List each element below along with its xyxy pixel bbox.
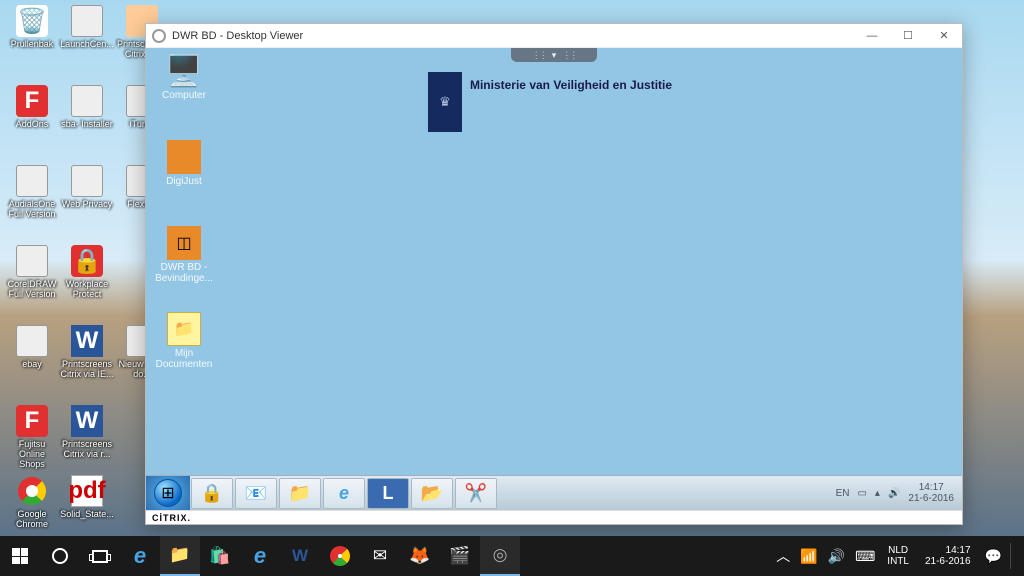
desktop-icon[interactable]: pdfSolid_State... (60, 475, 114, 519)
mail-button[interactable]: ✉ (360, 536, 400, 576)
desktop-icon[interactable]: CorelDRAW Full Version (5, 245, 59, 299)
icon-label: Prullenbak (5, 39, 59, 49)
icon-label: Web Privacy (60, 199, 114, 209)
tray-chevron-icon[interactable]: ▴ (875, 488, 880, 499)
desktop-icon[interactable]: 🗑️Prullenbak (5, 5, 59, 49)
maximize-button[interactable]: ☐ (890, 24, 926, 48)
icon-label: AddOns (5, 119, 59, 129)
desktop-icon[interactable]: AudialsOne Full Version (5, 165, 59, 219)
desktop-icon[interactable]: LaunchCen... (60, 5, 114, 49)
window-titlebar[interactable]: DWR BD - Desktop Viewer — ☐ ✕ (146, 24, 962, 48)
window-title: DWR BD - Desktop Viewer (172, 30, 303, 42)
icon-label: Google Chrome (5, 509, 59, 529)
remote-desktop-icon[interactable]: 📁Mijn Documenten (154, 312, 214, 370)
icon-label: Computer (154, 90, 214, 101)
start-orb-icon: ⊞ (154, 479, 182, 507)
taskview-button[interactable] (80, 536, 120, 576)
word-button[interactable]: W (280, 536, 320, 576)
ie-icon[interactable]: e (323, 478, 365, 509)
citrix-button[interactable]: ◎ (480, 536, 520, 576)
outlook-icon[interactable]: 📧 (235, 478, 277, 509)
icon-label: Fujitsu Online Shops (5, 439, 59, 469)
media-button[interactable]: 🎬 (440, 536, 480, 576)
icon-label: ebay (5, 359, 59, 369)
chrome-button[interactable] (320, 536, 360, 576)
remote-clock[interactable]: 14:17 21-6-2016 (908, 482, 954, 504)
icon-label: Mijn Documenten (154, 348, 214, 370)
action-center-icon[interactable]: 💬 (983, 548, 1004, 565)
tray-chevron-up-icon[interactable]: ︿ (774, 546, 792, 566)
icon-label: Printscreens Citrix via IE... (60, 359, 114, 379)
citrix-brand-bar: CİTRIX. (146, 510, 962, 524)
volume-icon[interactable]: 🔊 (826, 548, 847, 565)
desktop-icon[interactable]: 🔒Workplace Protect (60, 245, 114, 299)
show-desktop-button[interactable] (1010, 543, 1022, 569)
folder-icon[interactable]: 📂 (411, 478, 453, 509)
remote-desktop-icon[interactable]: 🖥️Computer (154, 54, 214, 101)
host-system-tray[interactable]: ︿ 📶 🔊 ⌨ NLD INTL 14:17 21-6-2016 💬 (774, 543, 1024, 569)
remote-desktop[interactable]: ▾ ♛ Ministerie van Veiligheid en Justiti… (146, 48, 962, 524)
cortana-button[interactable] (40, 536, 80, 576)
icon-label: CorelDRAW Full Version (5, 279, 59, 299)
desktop-icon[interactable]: FAddOns (5, 85, 59, 129)
remote-desktop-icon[interactable]: ◫DWR BD - Bevindinge... (154, 226, 214, 284)
remote-desktop-window: DWR BD - Desktop Viewer — ☐ ✕ ▾ ♛ Minist… (145, 23, 963, 525)
desktop-icon[interactable]: Web Privacy (60, 165, 114, 209)
remote-system-tray[interactable]: EN ▭ ▴ 🔊 14:17 21-6-2016 (836, 482, 962, 504)
icon-label: Printscreens Citrix via r... (60, 439, 114, 459)
icon-label: LaunchCen... (60, 39, 114, 49)
store-button[interactable]: 🛍️ (200, 536, 240, 576)
firefox-button[interactable]: 🦊 (400, 536, 440, 576)
wifi-icon[interactable]: 📶 (798, 548, 819, 565)
desktop-icon[interactable]: Google Chrome (5, 475, 59, 529)
explorer-icon[interactable]: 📁 (279, 478, 321, 509)
host-time: 14:17 (925, 545, 971, 556)
remote-lang-indicator[interactable]: EN (836, 488, 850, 499)
close-button[interactable]: ✕ (926, 24, 962, 48)
icon-label: Solid_State... (60, 509, 114, 519)
lync-icon[interactable]: L (367, 478, 409, 509)
ministry-banner: ♛ Ministerie van Veiligheid en Justitie (428, 72, 680, 132)
icon-label: Workplace Protect (60, 279, 114, 299)
remote-time: 14:17 (908, 482, 954, 493)
citrix-icon (152, 29, 166, 43)
desktop-icon[interactable]: ebay (5, 325, 59, 369)
icon-label: sba- Installer (60, 119, 114, 129)
edge-button[interactable]: e (120, 536, 160, 576)
start-button[interactable] (0, 536, 40, 576)
host-lang1: NLD (887, 545, 909, 556)
host-date: 21-6-2016 (925, 556, 971, 567)
citrix-toolbar-tab[interactable]: ▾ (511, 48, 597, 62)
keyboard-icon[interactable]: ⌨ (853, 548, 877, 565)
snip-icon[interactable]: ✂️ (455, 478, 497, 509)
volume-icon[interactable]: 🔊 (888, 488, 900, 499)
battery-icon[interactable]: ▭ (857, 488, 866, 499)
host-lang-indicator[interactable]: NLD INTL (883, 545, 913, 567)
icon-label: DigiJust (154, 176, 214, 187)
ministry-text: Ministerie van Veiligheid en Justitie (462, 72, 680, 92)
explorer-button[interactable]: 📁 (160, 536, 200, 576)
lock-icon[interactable]: 🔒 (191, 478, 233, 509)
host-clock[interactable]: 14:17 21-6-2016 (919, 545, 977, 567)
icon-label: AudialsOne Full Version (5, 199, 59, 219)
remote-date: 21-6-2016 (908, 493, 954, 504)
ie-button[interactable]: e (240, 536, 280, 576)
remote-start-button[interactable]: ⊞ (146, 476, 190, 511)
desktop-icon[interactable]: FFujitsu Online Shops (5, 405, 59, 469)
minimize-button[interactable]: — (854, 24, 890, 48)
remote-taskbar[interactable]: ⊞ 🔒📧📁eL📂✂️ EN ▭ ▴ 🔊 14:17 21-6-2016 (146, 475, 962, 510)
host-lang2: INTL (887, 556, 909, 567)
remote-desktop-icon[interactable]: DigiJust (154, 140, 214, 187)
desktop-icon[interactable]: WPrintscreens Citrix via IE... (60, 325, 114, 379)
desktop-icon[interactable]: sba- Installer (60, 85, 114, 129)
icon-label: DWR BD - Bevindinge... (154, 262, 214, 284)
crest-icon: ♛ (428, 72, 462, 132)
desktop-icon[interactable]: WPrintscreens Citrix via r... (60, 405, 114, 459)
host-taskbar[interactable]: e📁🛍️eW✉🦊🎬◎ ︿ 📶 🔊 ⌨ NLD INTL 14:17 21-6-2… (0, 536, 1024, 576)
